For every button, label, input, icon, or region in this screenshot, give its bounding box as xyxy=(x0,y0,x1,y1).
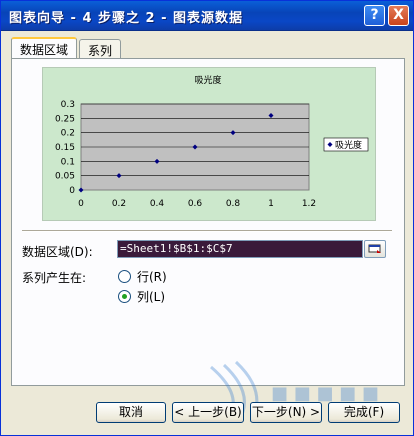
y-tick-label: 0.1 xyxy=(61,157,75,167)
tab-panel: 吸光度 0 0.05 0.1 0.15 0.2 0.25 0.3 0 0.2 0.4 0.6 0.8 1 1… xyxy=(11,58,405,386)
series-in-label: 系列产生在: xyxy=(22,271,87,285)
close-button[interactable]: X xyxy=(388,5,409,26)
tab-strip: 数据区域 系列 xyxy=(11,37,405,59)
chart-svg: 吸光度 0 0.05 0.1 0.15 0.2 0.25 0.3 0 0.2 0.4 0.6 0.8 1 1… xyxy=(55,74,369,209)
y-tick-label: 0.3 xyxy=(61,100,75,110)
radio-rows-button[interactable] xyxy=(118,269,131,283)
svg-text:■ ■ ■ ■ ■: ■ ■ ■ ■ ■ xyxy=(271,383,379,404)
help-button[interactable]: ? xyxy=(364,5,385,26)
radio-rows-label: 行(R) xyxy=(137,269,167,284)
legend-label: 吸光度 xyxy=(335,139,362,151)
x-tick-label: 0 xyxy=(78,199,84,209)
cancel-button[interactable]: 取消 xyxy=(96,402,166,423)
radio-columns-button[interactable] xyxy=(118,289,131,303)
radio-columns-label: 列(L) xyxy=(137,289,166,304)
y-tick-label: 0 xyxy=(69,186,75,196)
window-title: 图表向导 - 4 步骤之 2 - 图表源数据 xyxy=(9,11,244,26)
y-tick-label: 0.2 xyxy=(61,129,75,139)
radio-rows[interactable]: 行(R) xyxy=(118,268,167,284)
x-tick-label: 1 xyxy=(268,199,274,209)
title-bar[interactable]: 图表向导 - 4 步骤之 2 - 图表源数据 ? X xyxy=(1,1,413,31)
next-button[interactable]: 下一步(N) > xyxy=(250,402,322,423)
back-button[interactable]: < 上一步(B) xyxy=(172,402,244,423)
range-select-icon xyxy=(368,244,381,253)
y-tick-label: 0.05 xyxy=(55,172,75,182)
chart-preview: 吸光度 0 0.05 0.1 0.15 0.2 0.25 0.3 0 0.2 0.4 0.6 0.8 1 1… xyxy=(42,67,376,221)
x-tick-label: 0.6 xyxy=(188,199,203,209)
y-tick-label: 0.15 xyxy=(55,143,75,153)
radio-columns[interactable]: 列(L) xyxy=(118,288,165,304)
tab-series[interactable]: 系列 xyxy=(79,39,122,58)
data-range-input[interactable]: =Sheet1!$B$1:$C$7 xyxy=(117,240,363,258)
x-tick-label: 0.8 xyxy=(226,199,241,209)
tab-data-range[interactable]: 数据区域 xyxy=(11,37,78,58)
x-tick-label: 0.2 xyxy=(112,199,126,209)
divider xyxy=(22,230,392,232)
chart-title: 吸光度 xyxy=(194,74,221,86)
y-tick-label: 0.25 xyxy=(55,114,75,124)
x-tick-label: 1.2 xyxy=(302,199,316,209)
data-range-label: 数据区域(D): xyxy=(22,245,93,259)
finish-button[interactable]: 完成(F) xyxy=(328,402,400,423)
collapse-dialog-button[interactable] xyxy=(364,240,386,258)
x-tick-label: 0.4 xyxy=(150,199,165,209)
chart-wizard-dialog: 图表向导 - 4 步骤之 2 - 图表源数据 ? X 数据区域 系列 吸光度 0 0… xyxy=(0,0,414,436)
